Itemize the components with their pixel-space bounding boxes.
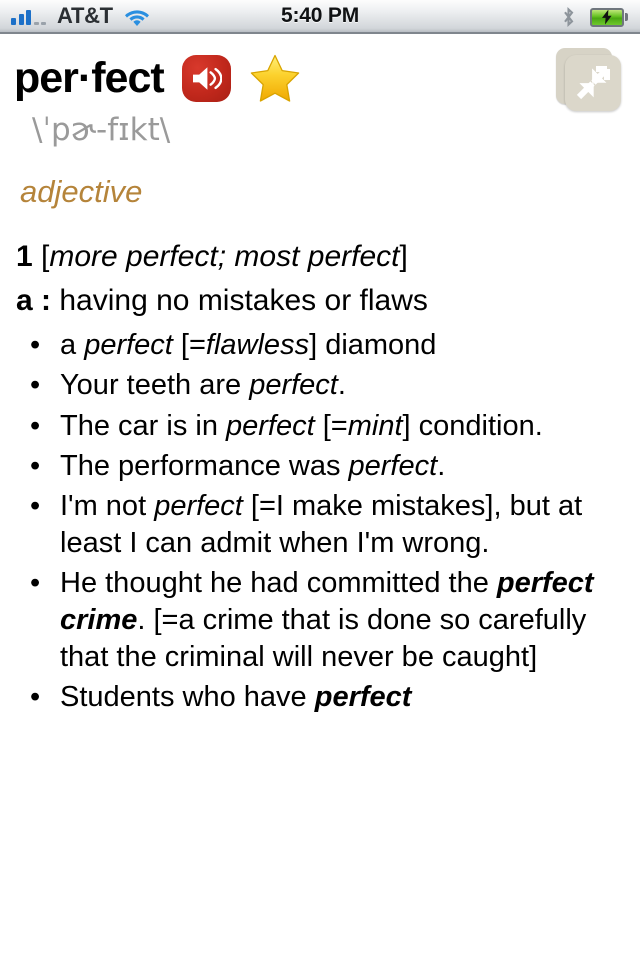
clock-label: 5:40 PM bbox=[281, 4, 359, 27]
example-text-run: perfect bbox=[154, 489, 243, 522]
example-text-run: perfect bbox=[314, 681, 412, 714]
example-text-run: [= bbox=[172, 329, 206, 362]
example-text-run: ] condition. bbox=[402, 409, 543, 442]
collapse-panel-button[interactable] bbox=[556, 46, 626, 112]
collapse-arrows-icon bbox=[565, 55, 621, 111]
example-text-run: . bbox=[337, 369, 346, 402]
speaker-icon[interactable] bbox=[181, 54, 231, 102]
inflection-open: [ bbox=[32, 240, 50, 274]
example-text-run: ] diamond bbox=[309, 329, 437, 362]
example-text-run: I'm not bbox=[60, 489, 155, 522]
example-text-run: flawless bbox=[205, 329, 310, 362]
page-title: per·fect bbox=[14, 53, 165, 102]
list-item: Your teeth are perfect. bbox=[14, 367, 626, 404]
bluetooth-icon bbox=[561, 6, 576, 28]
inflections: more perfect; most perfect bbox=[49, 240, 400, 274]
list-item: I'm not perfect [=I make mistakes], but … bbox=[14, 488, 626, 562]
battery-charging-icon bbox=[590, 7, 628, 27]
list-item: The performance was perfect. bbox=[14, 448, 626, 485]
list-item: a perfect [=flawless] diamond bbox=[14, 327, 626, 364]
example-text-run: [= bbox=[314, 409, 348, 442]
inflection-close: ] bbox=[399, 240, 408, 274]
example-text-run: He thought he had committed the bbox=[60, 567, 497, 600]
subsense-letter: a bbox=[16, 283, 33, 317]
example-text-run: . bbox=[437, 449, 446, 482]
example-text-run: perfect bbox=[226, 409, 315, 442]
example-text-run: . [=a crime that is done so carefully th… bbox=[60, 604, 587, 674]
example-text-run: mint bbox=[347, 409, 403, 442]
status-bar: AT&T 5:40 PM bbox=[0, 0, 640, 34]
dictionary-entry: per·fect \ˈpɚ-fɪkt\ adjective 1 [more pe… bbox=[0, 34, 640, 717]
list-item: Students who have perfect bbox=[14, 679, 626, 716]
example-list: a perfect [=flawless] diamondYour teeth … bbox=[14, 327, 626, 716]
star-icon[interactable] bbox=[249, 53, 301, 103]
subsense-colon: : bbox=[41, 283, 52, 317]
status-bar-right bbox=[561, 0, 628, 34]
part-of-speech: adjective bbox=[20, 174, 143, 210]
example-text-run: Your teeth are bbox=[60, 369, 250, 402]
example-text-run: perfect bbox=[249, 369, 338, 402]
example-text-run: perfect bbox=[348, 449, 438, 482]
example-text-run: a bbox=[60, 329, 85, 362]
sense-definition-line: a : having no mistakes or flaws bbox=[16, 282, 626, 320]
example-text-run: perfect bbox=[84, 329, 173, 362]
example-text-run: The car is in bbox=[60, 409, 226, 442]
definition-text: having no mistakes or flaws bbox=[59, 283, 428, 317]
sense-number-line: 1 [more perfect; most perfect] bbox=[16, 238, 626, 276]
list-item: He thought he had committed the perfect … bbox=[14, 565, 626, 676]
pronunciation: \ˈpɚ-fɪkt\ bbox=[32, 112, 171, 148]
headword-row: per·fect bbox=[14, 34, 626, 103]
example-text-run: Students who have bbox=[60, 681, 315, 714]
example-text-run: The performance was bbox=[60, 449, 349, 482]
list-item: The car is in perfect [=mint] condition. bbox=[14, 408, 626, 445]
sense-number: 1 bbox=[16, 240, 33, 274]
